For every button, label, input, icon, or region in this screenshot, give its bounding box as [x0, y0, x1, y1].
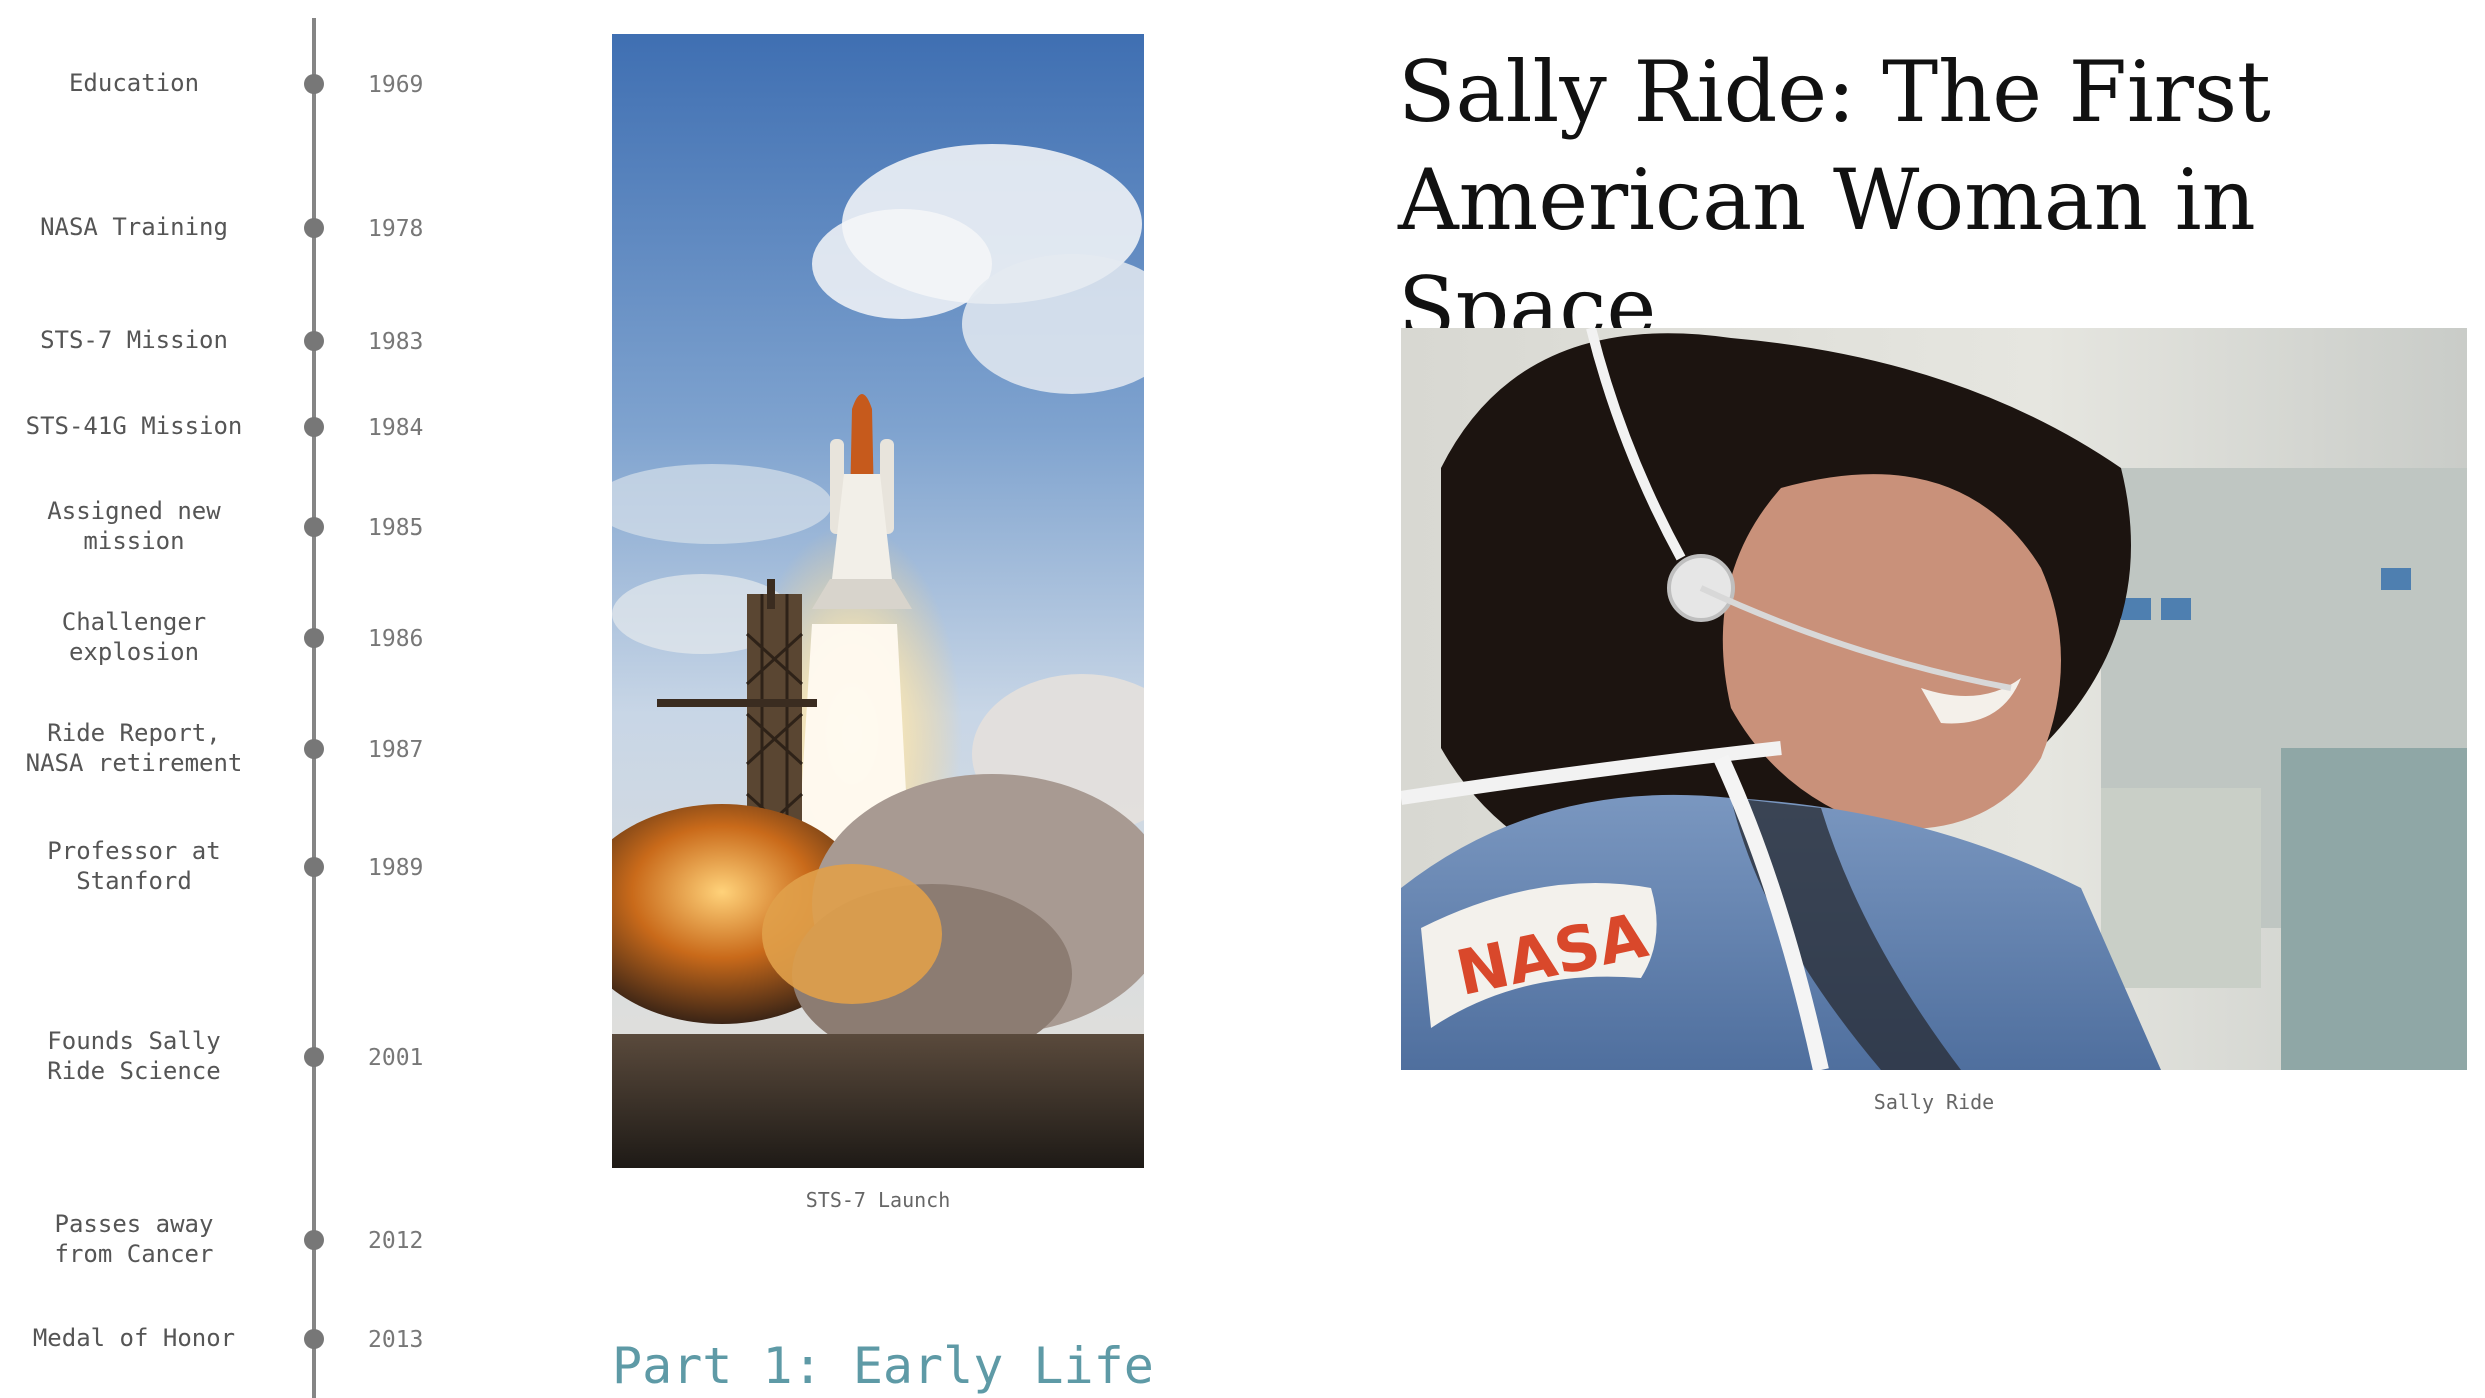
timeline-event-year: 1984 — [368, 415, 424, 441]
page-title: Sally Ride: The First American Woman in … — [1398, 43, 2271, 357]
timeline-dot[interactable] — [304, 1230, 324, 1250]
timeline-event-label: Ride Report, NASA retirement — [25, 719, 243, 777]
timeline-event-year: 1978 — [368, 216, 424, 242]
timeline-dot[interactable] — [304, 739, 324, 759]
timeline-event-label: Challenger explosion — [61, 608, 207, 666]
timeline-dot[interactable] — [304, 218, 324, 238]
portrait-figure: NASA Sally Ride — [1401, 328, 2467, 1114]
timeline-event-year: 1983 — [368, 329, 424, 355]
timeline-event-label: Passes away from Cancer — [54, 1210, 214, 1268]
timeline-dot[interactable] — [304, 331, 324, 351]
launch-figure: STS-7 Launch — [612, 34, 1144, 1212]
timeline-event-label: Founds Sally Ride Science — [47, 1027, 221, 1085]
timeline-event-year: 1989 — [368, 855, 424, 881]
timeline-event-year: 1985 — [368, 515, 424, 541]
timeline-event-label: STS-7 Mission — [40, 326, 228, 354]
portrait-photo: NASA — [1401, 328, 2467, 1070]
timeline-event-label: NASA Training — [40, 213, 228, 241]
timeline-event-year: 2013 — [368, 1327, 424, 1353]
timeline-event-label: Education — [68, 69, 200, 97]
timeline-event-label: Assigned new mission — [47, 497, 221, 555]
portrait-caption: Sally Ride — [1873, 1090, 1995, 1114]
timeline: Education 1969 NASA Training 1978 STS-7 … — [0, 0, 480, 1398]
timeline-event-label: Medal of Honor — [32, 1324, 236, 1352]
timeline-event-year: 2001 — [368, 1045, 424, 1071]
launch-photo — [612, 34, 1144, 1168]
timeline-dot[interactable] — [304, 857, 324, 877]
timeline-dot[interactable] — [304, 1047, 324, 1067]
launch-caption: STS-7 Launch — [805, 1188, 951, 1212]
timeline-dot[interactable] — [304, 517, 324, 537]
timeline-event-label: STS-41G Mission — [25, 412, 243, 440]
timeline-event-label: Professor at Stanford — [47, 837, 221, 895]
timeline-dot[interactable] — [304, 74, 324, 94]
timeline-event-year: 2012 — [368, 1228, 424, 1254]
timeline-dot[interactable] — [304, 417, 324, 437]
timeline-dot[interactable] — [304, 628, 324, 648]
timeline-event-year: 1969 — [368, 72, 424, 98]
timeline-dot[interactable] — [304, 1329, 324, 1349]
timeline-event-year: 1987 — [368, 737, 424, 763]
timeline-event-year: 1986 — [368, 626, 424, 652]
section-heading: Part 1: Early Life — [612, 1337, 1154, 1395]
